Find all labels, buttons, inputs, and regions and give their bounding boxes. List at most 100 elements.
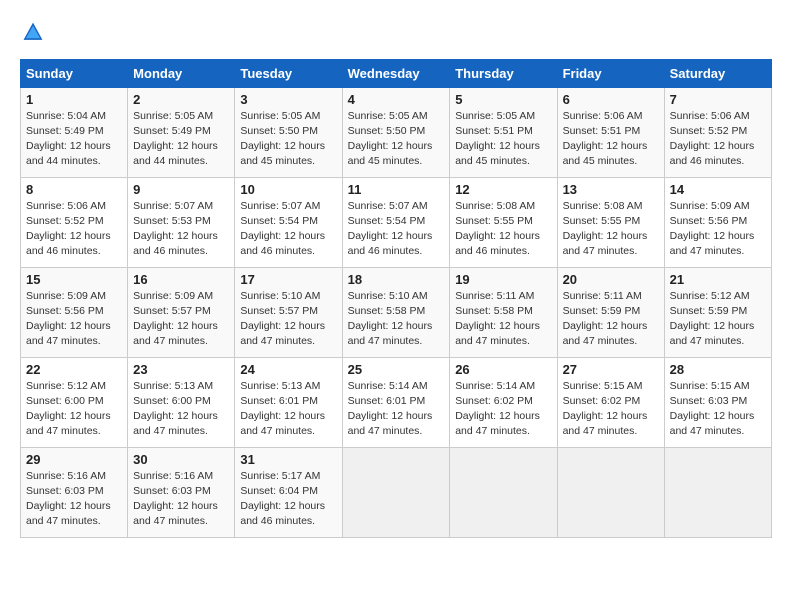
day-info: Sunrise: 5:10 AMSunset: 5:58 PMDaylight:…: [348, 290, 433, 346]
day-info: Sunrise: 5:09 AMSunset: 5:56 PMDaylight:…: [670, 200, 755, 256]
day-number: 16: [133, 272, 229, 287]
day-info: Sunrise: 5:08 AMSunset: 5:55 PMDaylight:…: [455, 200, 540, 256]
day-info: Sunrise: 5:05 AMSunset: 5:50 PMDaylight:…: [240, 110, 325, 166]
calendar-cell: 10 Sunrise: 5:07 AMSunset: 5:54 PMDaylig…: [235, 178, 342, 268]
day-info: Sunrise: 5:15 AMSunset: 6:02 PMDaylight:…: [563, 380, 648, 436]
day-info: Sunrise: 5:06 AMSunset: 5:52 PMDaylight:…: [670, 110, 755, 166]
day-number: 1: [26, 92, 122, 107]
calendar-week-row: 22 Sunrise: 5:12 AMSunset: 6:00 PMDaylig…: [21, 358, 772, 448]
day-info: Sunrise: 5:10 AMSunset: 5:57 PMDaylight:…: [240, 290, 325, 346]
calendar-cell: 21 Sunrise: 5:12 AMSunset: 5:59 PMDaylig…: [664, 268, 771, 358]
day-number: 4: [348, 92, 445, 107]
calendar-cell: [450, 448, 557, 538]
calendar-cell: [342, 448, 450, 538]
calendar-cell: 20 Sunrise: 5:11 AMSunset: 5:59 PMDaylig…: [557, 268, 664, 358]
column-header-friday: Friday: [557, 60, 664, 88]
calendar-cell: 1 Sunrise: 5:04 AMSunset: 5:49 PMDayligh…: [21, 88, 128, 178]
calendar-cell: 25 Sunrise: 5:14 AMSunset: 6:01 PMDaylig…: [342, 358, 450, 448]
day-info: Sunrise: 5:09 AMSunset: 5:57 PMDaylight:…: [133, 290, 218, 346]
calendar-cell: 23 Sunrise: 5:13 AMSunset: 6:00 PMDaylig…: [128, 358, 235, 448]
page-header: [20, 20, 772, 43]
day-info: Sunrise: 5:13 AMSunset: 6:00 PMDaylight:…: [133, 380, 218, 436]
calendar-cell: [664, 448, 771, 538]
calendar-cell: 14 Sunrise: 5:09 AMSunset: 5:56 PMDaylig…: [664, 178, 771, 268]
day-info: Sunrise: 5:11 AMSunset: 5:59 PMDaylight:…: [563, 290, 648, 346]
column-header-saturday: Saturday: [664, 60, 771, 88]
day-number: 14: [670, 182, 766, 197]
day-number: 29: [26, 452, 122, 467]
day-info: Sunrise: 5:07 AMSunset: 5:53 PMDaylight:…: [133, 200, 218, 256]
day-number: 2: [133, 92, 229, 107]
calendar-cell: 2 Sunrise: 5:05 AMSunset: 5:49 PMDayligh…: [128, 88, 235, 178]
day-info: Sunrise: 5:13 AMSunset: 6:01 PMDaylight:…: [240, 380, 325, 436]
day-number: 5: [455, 92, 551, 107]
calendar-cell: 5 Sunrise: 5:05 AMSunset: 5:51 PMDayligh…: [450, 88, 557, 178]
day-number: 13: [563, 182, 659, 197]
calendar-cell: 26 Sunrise: 5:14 AMSunset: 6:02 PMDaylig…: [450, 358, 557, 448]
calendar-cell: 3 Sunrise: 5:05 AMSunset: 5:50 PMDayligh…: [235, 88, 342, 178]
day-number: 15: [26, 272, 122, 287]
calendar-cell: 30 Sunrise: 5:16 AMSunset: 6:03 PMDaylig…: [128, 448, 235, 538]
column-header-monday: Monday: [128, 60, 235, 88]
day-info: Sunrise: 5:12 AMSunset: 5:59 PMDaylight:…: [670, 290, 755, 346]
column-header-sunday: Sunday: [21, 60, 128, 88]
day-number: 27: [563, 362, 659, 377]
calendar-week-row: 29 Sunrise: 5:16 AMSunset: 6:03 PMDaylig…: [21, 448, 772, 538]
day-number: 31: [240, 452, 336, 467]
calendar-cell: 15 Sunrise: 5:09 AMSunset: 5:56 PMDaylig…: [21, 268, 128, 358]
day-info: Sunrise: 5:16 AMSunset: 6:03 PMDaylight:…: [133, 470, 218, 526]
day-info: Sunrise: 5:14 AMSunset: 6:01 PMDaylight:…: [348, 380, 433, 436]
day-info: Sunrise: 5:09 AMSunset: 5:56 PMDaylight:…: [26, 290, 111, 346]
day-number: 11: [348, 182, 445, 197]
day-info: Sunrise: 5:07 AMSunset: 5:54 PMDaylight:…: [240, 200, 325, 256]
calendar-cell: 4 Sunrise: 5:05 AMSunset: 5:50 PMDayligh…: [342, 88, 450, 178]
day-number: 20: [563, 272, 659, 287]
calendar-cell: 17 Sunrise: 5:10 AMSunset: 5:57 PMDaylig…: [235, 268, 342, 358]
day-number: 28: [670, 362, 766, 377]
day-info: Sunrise: 5:06 AMSunset: 5:52 PMDaylight:…: [26, 200, 111, 256]
day-number: 30: [133, 452, 229, 467]
day-number: 19: [455, 272, 551, 287]
day-info: Sunrise: 5:12 AMSunset: 6:00 PMDaylight:…: [26, 380, 111, 436]
day-number: 21: [670, 272, 766, 287]
day-number: 24: [240, 362, 336, 377]
day-info: Sunrise: 5:17 AMSunset: 6:04 PMDaylight:…: [240, 470, 325, 526]
day-number: 3: [240, 92, 336, 107]
day-info: Sunrise: 5:06 AMSunset: 5:51 PMDaylight:…: [563, 110, 648, 166]
calendar-cell: 6 Sunrise: 5:06 AMSunset: 5:51 PMDayligh…: [557, 88, 664, 178]
day-info: Sunrise: 5:05 AMSunset: 5:49 PMDaylight:…: [133, 110, 218, 166]
calendar-table: SundayMondayTuesdayWednesdayThursdayFrid…: [20, 59, 772, 538]
calendar-cell: 13 Sunrise: 5:08 AMSunset: 5:55 PMDaylig…: [557, 178, 664, 268]
day-number: 8: [26, 182, 122, 197]
day-number: 22: [26, 362, 122, 377]
calendar-week-row: 8 Sunrise: 5:06 AMSunset: 5:52 PMDayligh…: [21, 178, 772, 268]
calendar-cell: 29 Sunrise: 5:16 AMSunset: 6:03 PMDaylig…: [21, 448, 128, 538]
calendar-cell: 16 Sunrise: 5:09 AMSunset: 5:57 PMDaylig…: [128, 268, 235, 358]
calendar-cell: 28 Sunrise: 5:15 AMSunset: 6:03 PMDaylig…: [664, 358, 771, 448]
calendar-cell: 31 Sunrise: 5:17 AMSunset: 6:04 PMDaylig…: [235, 448, 342, 538]
calendar-cell: 8 Sunrise: 5:06 AMSunset: 5:52 PMDayligh…: [21, 178, 128, 268]
day-info: Sunrise: 5:11 AMSunset: 5:58 PMDaylight:…: [455, 290, 540, 346]
day-number: 9: [133, 182, 229, 197]
calendar-cell: 12 Sunrise: 5:08 AMSunset: 5:55 PMDaylig…: [450, 178, 557, 268]
day-info: Sunrise: 5:04 AMSunset: 5:49 PMDaylight:…: [26, 110, 111, 166]
day-info: Sunrise: 5:05 AMSunset: 5:50 PMDaylight:…: [348, 110, 433, 166]
calendar-cell: 24 Sunrise: 5:13 AMSunset: 6:01 PMDaylig…: [235, 358, 342, 448]
day-number: 18: [348, 272, 445, 287]
day-number: 26: [455, 362, 551, 377]
day-number: 7: [670, 92, 766, 107]
day-number: 12: [455, 182, 551, 197]
day-info: Sunrise: 5:07 AMSunset: 5:54 PMDaylight:…: [348, 200, 433, 256]
day-info: Sunrise: 5:14 AMSunset: 6:02 PMDaylight:…: [455, 380, 540, 436]
calendar-cell: 18 Sunrise: 5:10 AMSunset: 5:58 PMDaylig…: [342, 268, 450, 358]
day-info: Sunrise: 5:16 AMSunset: 6:03 PMDaylight:…: [26, 470, 111, 526]
day-number: 17: [240, 272, 336, 287]
calendar-cell: [557, 448, 664, 538]
column-header-thursday: Thursday: [450, 60, 557, 88]
calendar-week-row: 15 Sunrise: 5:09 AMSunset: 5:56 PMDaylig…: [21, 268, 772, 358]
column-header-wednesday: Wednesday: [342, 60, 450, 88]
logo: [20, 20, 44, 43]
day-info: Sunrise: 5:05 AMSunset: 5:51 PMDaylight:…: [455, 110, 540, 166]
calendar-cell: 7 Sunrise: 5:06 AMSunset: 5:52 PMDayligh…: [664, 88, 771, 178]
calendar-week-row: 1 Sunrise: 5:04 AMSunset: 5:49 PMDayligh…: [21, 88, 772, 178]
